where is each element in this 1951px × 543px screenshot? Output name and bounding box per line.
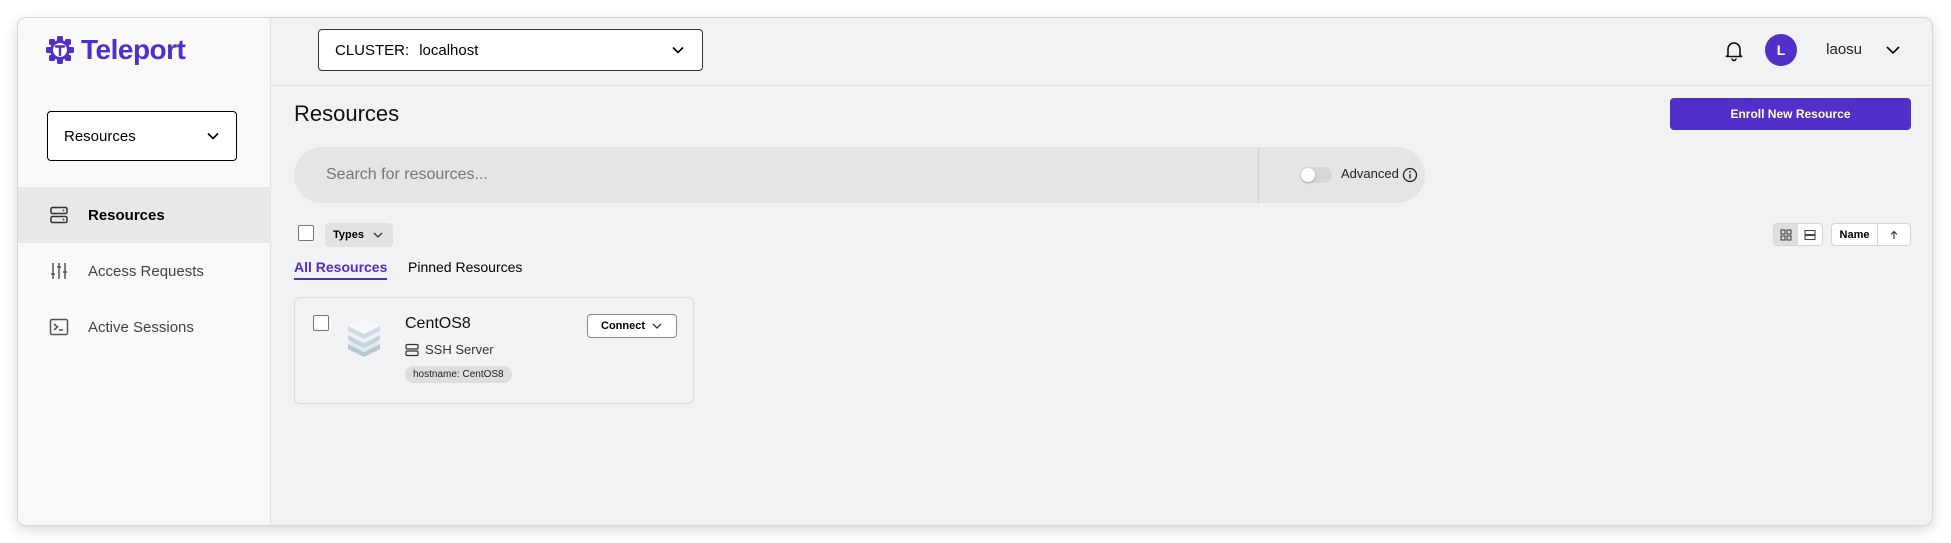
arrow-up-icon: [1890, 230, 1898, 239]
resource-checkbox[interactable]: [313, 315, 329, 331]
search-divider: [1258, 147, 1259, 203]
chevron-down-icon[interactable]: [1884, 41, 1902, 59]
server-icon: [405, 343, 419, 356]
logo-text: Teleport: [81, 34, 186, 65]
sidebar: Teleport Resources Resources Access Requ…: [18, 18, 271, 525]
sidebar-item-resources[interactable]: Resources: [18, 187, 271, 243]
types-filter-label: Types: [333, 229, 364, 241]
teleport-logo[interactable]: Teleport: [45, 34, 186, 66]
chevron-down-icon: [652, 323, 662, 329]
username[interactable]: laosu: [1826, 41, 1862, 58]
cluster-select[interactable]: CLUSTER: localhost: [318, 29, 703, 71]
resource-card: CentOS8 SSH Server hostname: CentOS8 Con…: [294, 297, 694, 404]
cluster-value: localhost: [419, 41, 479, 59]
types-filter-button[interactable]: Types: [325, 223, 393, 247]
top-bar: CLUSTER: localhost L laosu: [271, 18, 1932, 86]
avatar[interactable]: L: [1765, 34, 1797, 66]
bell-icon[interactable]: [1722, 38, 1746, 62]
list-view-button[interactable]: [1798, 224, 1822, 245]
chevron-down-icon: [207, 132, 219, 140]
nav-category-label: Resources: [64, 127, 136, 145]
resource-type: SSH Server: [405, 342, 494, 357]
connect-label: Connect: [601, 320, 645, 332]
card-view-button[interactable]: [1774, 224, 1798, 245]
info-icon[interactable]: [1402, 167, 1418, 183]
chevron-down-icon: [672, 46, 684, 54]
advanced-label: Advanced: [1341, 166, 1399, 181]
tab-pinned-resources[interactable]: Pinned Resources: [408, 259, 522, 278]
page-title: Resources: [294, 101, 400, 126]
teleport-logo-icon: [46, 36, 74, 64]
sidebar-item-access-requests[interactable]: Access Requests: [18, 243, 271, 299]
chevron-down-icon: [373, 232, 383, 238]
nav-category-select[interactable]: Resources: [47, 111, 237, 161]
sidebar-item-label: Resources: [88, 206, 165, 224]
search-input[interactable]: [294, 147, 1258, 203]
grid-icon: [1780, 228, 1792, 241]
sort-field-button[interactable]: Name: [1832, 224, 1878, 245]
server-stack-icon: [348, 318, 380, 357]
sidebar-item-label: Access Requests: [88, 262, 204, 280]
connect-button[interactable]: Connect: [587, 314, 677, 338]
sliders-icon: [51, 263, 67, 279]
enroll-new-resource-button[interactable]: Enroll New Resource: [1670, 98, 1911, 130]
advanced-search-toggle[interactable]: [1300, 167, 1332, 183]
list-view-icon: [1804, 229, 1816, 240]
resource-name: CentOS8: [405, 315, 471, 332]
server-icon: [50, 206, 68, 224]
sort-direction-button[interactable]: [1878, 224, 1910, 245]
resource-label-badge[interactable]: hostname: CentOS8: [405, 366, 512, 383]
sort-control: Name: [1831, 223, 1911, 246]
sidebar-item-label: Active Sessions: [88, 318, 194, 336]
cluster-label: CLUSTER:: [335, 41, 410, 59]
view-mode-toggle: [1773, 223, 1823, 246]
app-window: Teleport Resources Resources Access Requ…: [18, 18, 1932, 525]
terminal-icon: [49, 318, 69, 336]
select-all-checkbox[interactable]: [298, 225, 314, 241]
sidebar-item-active-sessions[interactable]: Active Sessions: [18, 299, 271, 355]
search-bar: Advanced: [294, 147, 1425, 203]
resource-type-label: SSH Server: [425, 342, 494, 357]
tab-all-resources[interactable]: All Resources: [294, 259, 388, 280]
